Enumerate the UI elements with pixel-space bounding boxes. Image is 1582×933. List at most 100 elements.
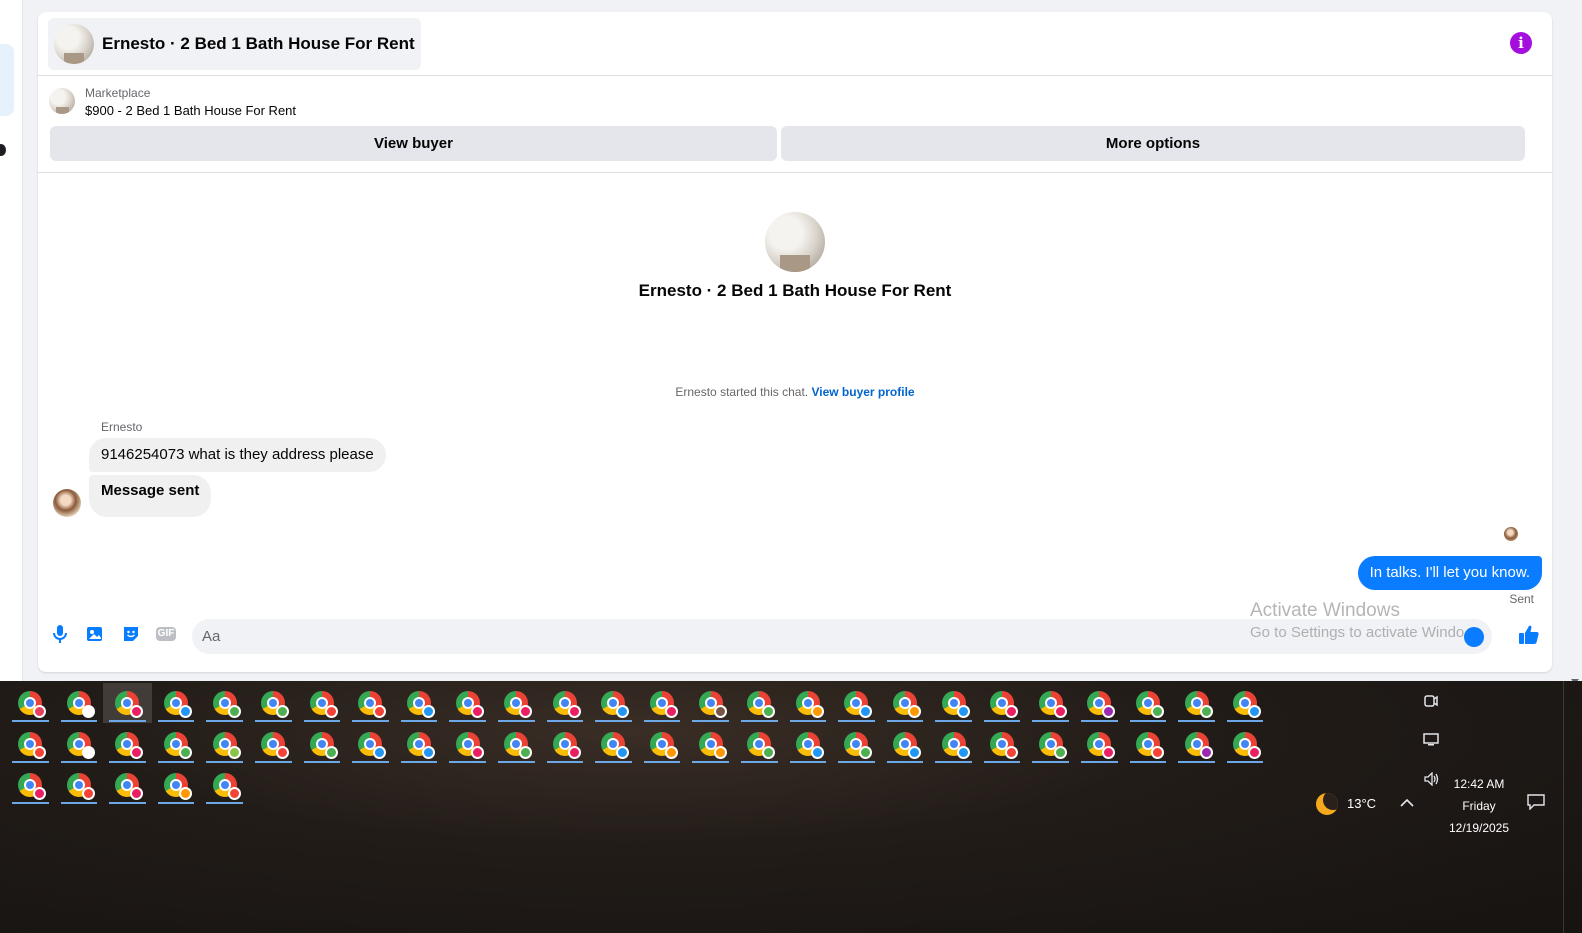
- taskbar-clock[interactable]: 12:42 AM Friday 12/19/2025: [1440, 773, 1518, 839]
- taskbar-app-button[interactable]: [6, 765, 55, 805]
- taskbar-app-button[interactable]: [541, 683, 590, 723]
- outgoing-message-bubble[interactable]: In talks. I'll let you know.: [1357, 556, 1542, 590]
- taskbar-app-button[interactable]: [1221, 683, 1270, 723]
- taskbar-app-button[interactable]: [1075, 683, 1124, 723]
- profile-badge-icon: [373, 705, 387, 718]
- taskbar-app-button[interactable]: [978, 724, 1027, 764]
- taskbar-app-button[interactable]: [978, 683, 1027, 723]
- taskbar-app-button[interactable]: [929, 724, 978, 764]
- chrome-profile-icon: [1087, 732, 1116, 759]
- weather-temperature[interactable]: 13°C: [1347, 796, 1376, 811]
- taskbar-app-button[interactable]: [492, 683, 541, 723]
- chat-started-notice: Ernesto started this chat. View buyer pr…: [38, 385, 1552, 399]
- taskbar-app-button[interactable]: [200, 683, 249, 723]
- taskbar-app-button[interactable]: [1075, 724, 1124, 764]
- view-buyer-button[interactable]: View buyer: [50, 126, 777, 161]
- more-options-button[interactable]: More options: [781, 126, 1525, 161]
- taskbar-row: [6, 724, 1269, 765]
- taskbar-app-button[interactable]: [881, 724, 930, 764]
- sticker-icon[interactable]: [121, 624, 141, 644]
- taskbar-app-button[interactable]: [784, 724, 833, 764]
- taskbar-app-button[interactable]: [395, 683, 444, 723]
- page-scrollbar[interactable]: [1568, 0, 1582, 688]
- listing-price-title[interactable]: $900 - 2 Bed 1 Bath House For Rent: [85, 101, 296, 121]
- taskbar-app-button[interactable]: [103, 724, 152, 764]
- taskbar-app-button[interactable]: [1221, 724, 1270, 764]
- listing-source: Marketplace: [85, 86, 151, 100]
- moon-icon[interactable]: [1316, 793, 1338, 815]
- profile-badge-icon: [33, 787, 47, 800]
- taskbar-app-button[interactable]: [881, 683, 930, 723]
- taskbar-app-button[interactable]: [589, 683, 638, 723]
- taskbar-app-button[interactable]: [152, 683, 201, 723]
- message-input-wrapper[interactable]: [192, 619, 1492, 654]
- taskbar-app-button[interactable]: [55, 724, 104, 764]
- taskbar-app-button[interactable]: [103, 765, 152, 805]
- gif-icon[interactable]: GIF: [155, 624, 177, 644]
- taskbar-app-button[interactable]: [346, 683, 395, 723]
- taskbar-app-button[interactable]: [638, 724, 687, 764]
- taskbar-app-button[interactable]: [55, 683, 104, 723]
- like-icon[interactable]: [1518, 624, 1540, 646]
- taskbar-app-button[interactable]: [1124, 724, 1173, 764]
- taskbar-app-button[interactable]: [1172, 724, 1221, 764]
- message-composer: GIF: [38, 616, 1552, 658]
- taskbar-app-button[interactable]: [6, 724, 55, 764]
- taskbar-app-button[interactable]: [200, 765, 249, 805]
- intro-listing-thumbnail[interactable]: [765, 212, 825, 272]
- taskbar-app-button[interactable]: [443, 683, 492, 723]
- taskbar-app-button[interactable]: [395, 724, 444, 764]
- mic-icon[interactable]: [50, 624, 70, 644]
- taskbar-app-button[interactable]: [638, 683, 687, 723]
- taskbar-app-button[interactable]: [103, 683, 152, 723]
- photo-icon[interactable]: [85, 624, 105, 644]
- taskbar-app-button[interactable]: [298, 724, 347, 764]
- info-icon[interactable]: i: [1510, 32, 1532, 54]
- taskbar-app-button[interactable]: [832, 724, 881, 764]
- taskbar-app-button[interactable]: [784, 683, 833, 723]
- notification-icon[interactable]: [1527, 794, 1545, 815]
- taskbar-app-button[interactable]: [6, 683, 55, 723]
- taskbar-app-button[interactable]: [686, 724, 735, 764]
- taskbar-app-button[interactable]: [346, 724, 395, 764]
- chrome-profile-icon: [1038, 691, 1067, 718]
- incoming-message-bubble[interactable]: 9146254073 what is they address please: [89, 438, 386, 472]
- taskbar-app-button[interactable]: [443, 724, 492, 764]
- chrome-profile-icon: [212, 691, 241, 718]
- taskbar-app-button[interactable]: [1172, 683, 1221, 723]
- taskbar-app-button[interactable]: [152, 724, 201, 764]
- taskbar-app-button[interactable]: [541, 724, 590, 764]
- display-icon[interactable]: [1423, 733, 1439, 750]
- view-buyer-profile-link[interactable]: View buyer profile: [811, 385, 914, 399]
- chevron-up-icon[interactable]: [1400, 795, 1414, 813]
- taskbar-app-button[interactable]: [200, 724, 249, 764]
- message-input[interactable]: [202, 619, 1442, 654]
- taskbar-app-button[interactable]: [55, 765, 104, 805]
- chrome-profile-icon: [309, 691, 338, 718]
- emoji-icon[interactable]: [1464, 627, 1484, 647]
- taskbar-app-button[interactable]: [1026, 724, 1075, 764]
- chrome-profile-icon: [504, 732, 533, 759]
- volume-icon[interactable]: [1424, 771, 1440, 789]
- taskbar-app-button[interactable]: [589, 724, 638, 764]
- taskbar-app-button[interactable]: [249, 724, 298, 764]
- chat-title-button[interactable]: Ernesto · 2 Bed 1 Bath House For Rent: [48, 18, 421, 70]
- sidebar-active-tab[interactable]: [0, 44, 14, 116]
- taskbar-app-button[interactable]: [152, 765, 201, 805]
- taskbar-app-button[interactable]: [1026, 683, 1075, 723]
- sender-avatar[interactable]: [53, 489, 81, 517]
- taskbar-app-button[interactable]: [492, 724, 541, 764]
- taskbar-app-button[interactable]: [929, 683, 978, 723]
- taskbar-app-button[interactable]: [1124, 683, 1173, 723]
- meet-now-icon[interactable]: [1424, 693, 1438, 712]
- incoming-message-bubble[interactable]: Message sent: [89, 475, 212, 517]
- profile-badge-icon: [1150, 705, 1164, 718]
- taskbar-app-button[interactable]: [832, 683, 881, 723]
- listing-card: Marketplace $900 - 2 Bed 1 Bath House Fo…: [38, 77, 1552, 173]
- taskbar-app-button[interactable]: [249, 683, 298, 723]
- listing-small-thumbnail[interactable]: [49, 88, 75, 114]
- taskbar-app-button[interactable]: [686, 683, 735, 723]
- taskbar-app-button[interactable]: [735, 724, 784, 764]
- taskbar-app-button[interactable]: [735, 683, 784, 723]
- taskbar-app-button[interactable]: [298, 683, 347, 723]
